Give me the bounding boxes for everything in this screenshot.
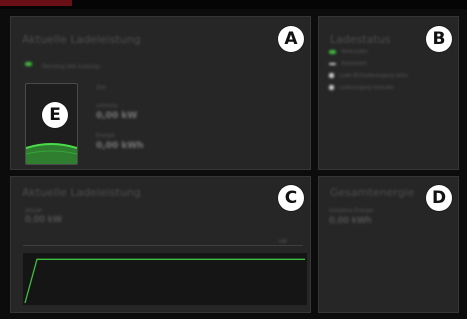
panel-c-title: Aktuelle Ladeleistung [22, 186, 141, 199]
stat-energy-value: 0,00 kWh [96, 141, 144, 151]
panel-a-badge: A [278, 26, 304, 52]
brand-accent [0, 0, 72, 6]
charging-status-panel: Ladestatus B Verbunden Autorisiert Lade-… [318, 16, 459, 170]
chart-area [23, 253, 307, 305]
panel-c-badge: C [278, 185, 304, 211]
status-row: Ladevorgang beendet [329, 85, 394, 91]
stat-power-label: Leistung [96, 103, 118, 109]
total-energy-panel: Gesamtenergie D Geladene Energie 0,00 kW… [318, 176, 459, 313]
current-charging-panel: Aktuelle Ladeleistung Fahrzeug lädt (Lad… [10, 16, 311, 170]
status-row: Autorisiert [329, 61, 367, 67]
status-indicator-icon [25, 61, 32, 66]
current-value: 0,00 kW [25, 215, 63, 225]
status-dot-icon [329, 73, 334, 78]
stat-energy-label: Energie [96, 133, 116, 139]
battery-badge: E [42, 102, 68, 128]
status-row-label: Verbunden [341, 49, 369, 55]
stat-time-label: Zeit [96, 85, 106, 91]
total-energy-label: Geladene Energie [329, 208, 374, 214]
total-energy-value: 0,00 kWh [329, 216, 372, 226]
status-row-label: Lade-/Entladevorgang aktiv [339, 73, 409, 79]
status-dot-icon [329, 62, 336, 65]
charging-status: Fahrzeug lädt (Ladung) [25, 53, 100, 72]
status-dot-icon [329, 85, 334, 90]
top-bar [0, 0, 467, 9]
panel-b-badge: B [426, 26, 452, 52]
status-row-label: Autorisiert [341, 61, 368, 67]
status-row: Verbunden [329, 49, 368, 55]
panel-d-badge: D [426, 185, 452, 211]
panel-a-title: Aktuelle Ladeleistung [22, 33, 141, 46]
current-label: aktuell [25, 208, 42, 214]
power-chart [23, 253, 307, 305]
charging-status-text: Fahrzeug lädt (Ladung) [42, 64, 101, 70]
status-row: Lade-/Entladevorgang aktiv [329, 73, 408, 79]
status-row-label: Ladevorgang beendet [339, 85, 394, 91]
charging-power-chart-panel: Aktuelle Ladeleistung C aktuell 0,00 kW … [10, 176, 311, 313]
chart-divider [23, 245, 303, 246]
status-dot-icon [329, 49, 336, 54]
panel-d-title: Gesamtenergie [330, 186, 415, 199]
battery-level-icon [26, 143, 77, 164]
panel-b-title: Ladestatus [330, 33, 391, 46]
stat-power-value: 0,00 kW [96, 111, 138, 121]
